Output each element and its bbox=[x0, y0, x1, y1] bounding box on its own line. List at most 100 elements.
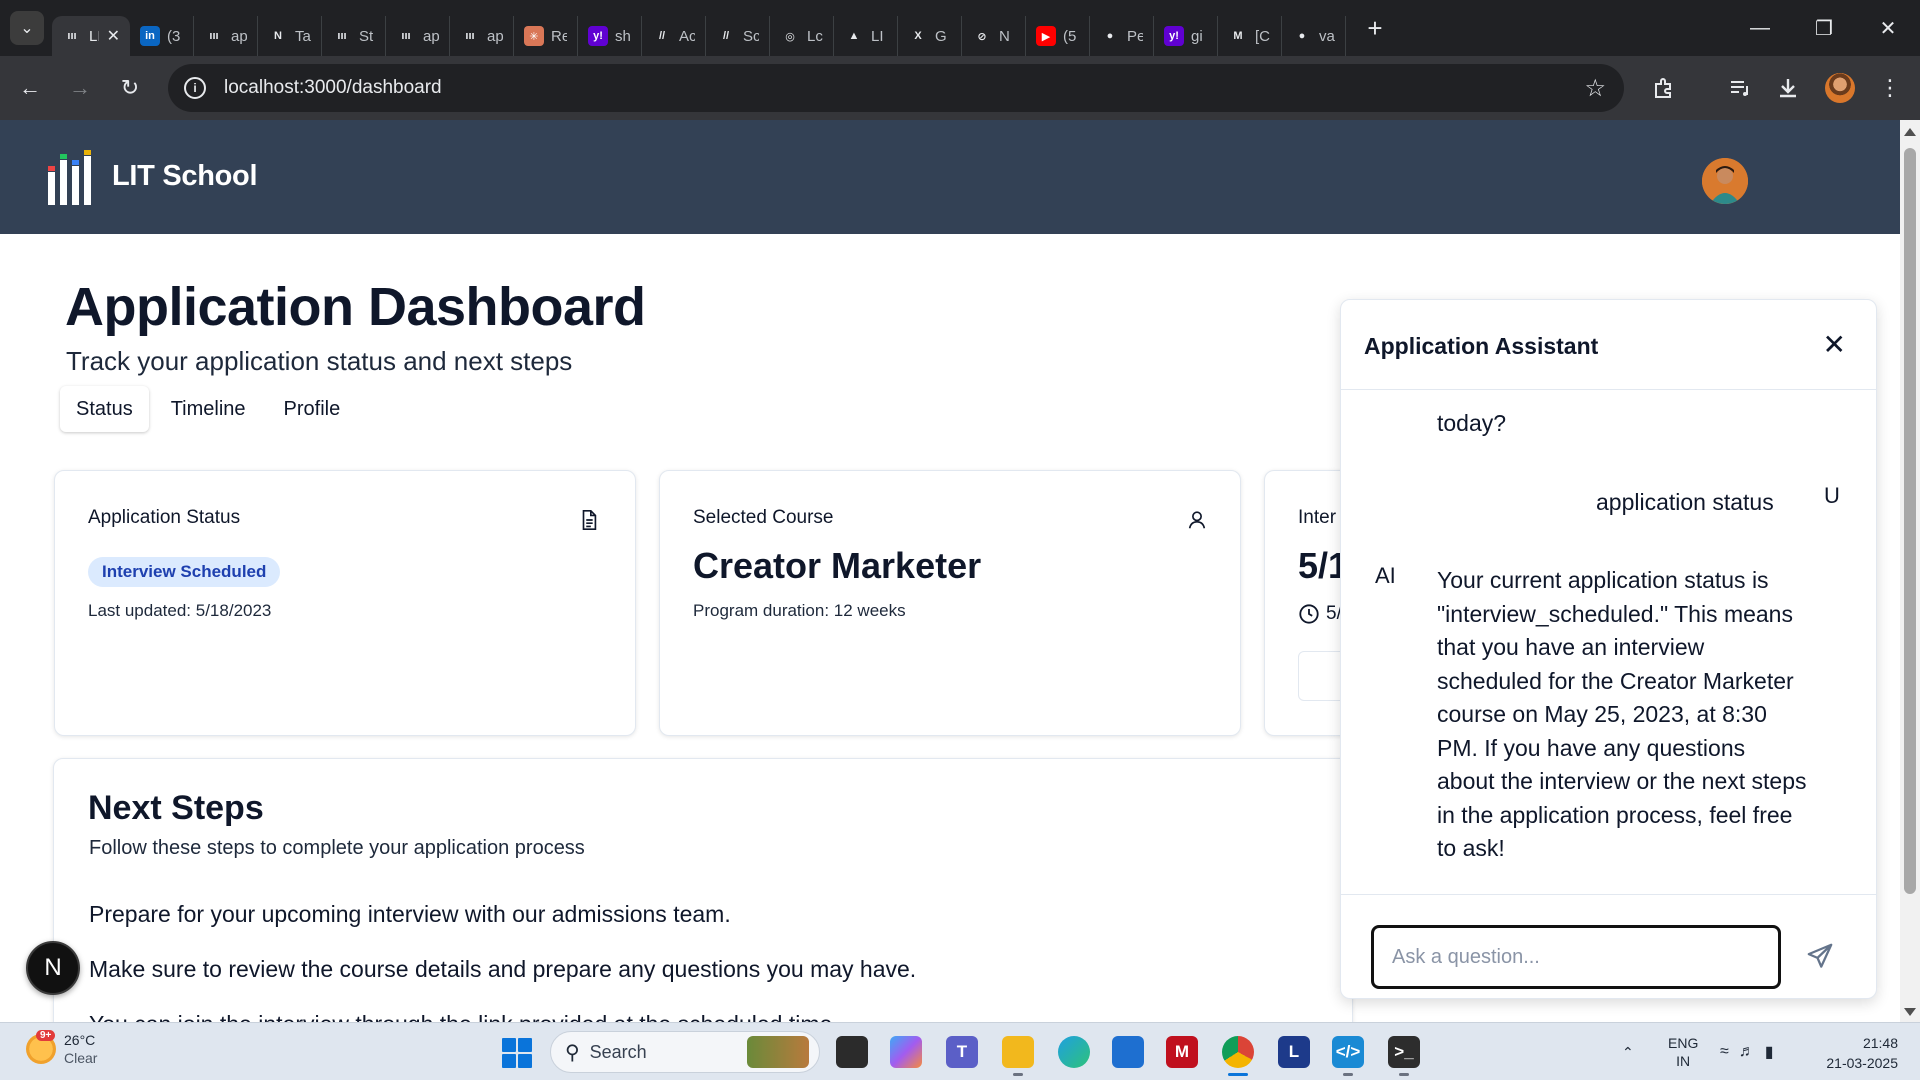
close-window-button[interactable]: ✕ bbox=[1856, 0, 1920, 56]
tab-status[interactable]: Status bbox=[60, 386, 149, 432]
tab-title: Ac bbox=[679, 27, 695, 45]
microsoft-store-icon[interactable] bbox=[1112, 1036, 1144, 1068]
page-scrollbar[interactable] bbox=[1900, 120, 1920, 1022]
scroll-down-arrow-icon[interactable] bbox=[1904, 1008, 1916, 1016]
tab-title: Re bbox=[551, 27, 567, 45]
weather-temp: 26°C bbox=[64, 1032, 96, 1048]
browser-tab[interactable]: M [C bbox=[1218, 16, 1282, 56]
edge-icon[interactable] bbox=[1058, 1036, 1090, 1068]
taskbar-clock[interactable]: 21:48 21-03-2025 bbox=[1818, 1033, 1898, 1073]
next-steps-subtitle: Follow these steps to complete your appl… bbox=[89, 837, 585, 859]
browser-tab[interactable]: N Ta bbox=[258, 16, 322, 56]
linkedin-icon: in bbox=[140, 26, 160, 46]
address-bar[interactable]: i localhost:3000/dashboard ☆ bbox=[168, 64, 1624, 112]
browser-tab[interactable]: XG bbox=[898, 16, 962, 56]
browser-tab[interactable]: // Ac bbox=[642, 16, 706, 56]
copilot-icon[interactable] bbox=[890, 1036, 922, 1068]
scroll-up-arrow-icon[interactable] bbox=[1904, 128, 1916, 136]
lit-app-icon[interactable]: L bbox=[1278, 1036, 1310, 1068]
user-icon bbox=[1188, 511, 1206, 529]
program-duration-text: Program duration: 12 weeks bbox=[693, 601, 906, 620]
browser-tab[interactable]: y! sh bbox=[578, 16, 642, 56]
brand-name[interactable]: LIT School bbox=[112, 160, 258, 193]
github-icon: ● bbox=[1298, 30, 1306, 42]
profile-avatar[interactable] bbox=[1825, 73, 1855, 103]
tab-search-button[interactable]: ⌄ bbox=[10, 11, 44, 45]
terminal-icon[interactable]: >_ bbox=[1388, 1036, 1420, 1076]
kebab-menu-icon[interactable]: ⋮ bbox=[1870, 68, 1910, 108]
browser-tab[interactable]: ✳ Re bbox=[514, 16, 578, 56]
browser-tab[interactable]: ▶ (5 bbox=[1026, 16, 1090, 56]
next-step-item: Make sure to review the course details a… bbox=[89, 956, 917, 982]
browser-tab[interactable]: ▲ LI bbox=[834, 16, 898, 56]
system-tray[interactable]: ≈ ♬ ▮ bbox=[1720, 1023, 1774, 1080]
tab-title: Lc bbox=[807, 27, 823, 45]
url-text[interactable]: localhost:3000/dashboard bbox=[224, 77, 442, 99]
next-step-item: Prepare for your upcoming interview with… bbox=[89, 901, 731, 927]
media-queue-icon[interactable] bbox=[1720, 68, 1760, 108]
file-explorer-icon[interactable] bbox=[1002, 1036, 1034, 1076]
restore-button[interactable]: ❐ bbox=[1792, 0, 1856, 56]
site-info-icon[interactable]: i bbox=[184, 77, 206, 99]
task-view-icon[interactable] bbox=[836, 1036, 868, 1068]
vscode-icon[interactable]: </> bbox=[1332, 1036, 1364, 1076]
browser-tab[interactable]: ⊘ N bbox=[962, 16, 1026, 56]
windows-start-icon[interactable] bbox=[502, 1038, 532, 1068]
weather-widget[interactable]: 9+ 26°C Clear bbox=[26, 1030, 97, 1067]
ai-avatar-label: AI bbox=[1375, 563, 1396, 588]
browser-tab[interactable]: ● va bbox=[1282, 16, 1346, 56]
openai-icon: ◎ bbox=[785, 30, 795, 43]
taskbar-search-label: Search bbox=[589, 1041, 647, 1062]
send-icon[interactable] bbox=[1805, 941, 1835, 971]
browser-tab[interactable]: in (3 bbox=[130, 16, 194, 56]
teams-icon[interactable]: T bbox=[946, 1036, 978, 1068]
browser-toolbar: ← → ↻ i localhost:3000/dashboard ☆ ⋮ bbox=[0, 56, 1920, 120]
browser-tab[interactable]: ● Pe bbox=[1090, 16, 1154, 56]
tab-profile[interactable]: Profile bbox=[268, 386, 357, 432]
browser-tab[interactable]: ııı St bbox=[322, 16, 386, 56]
tab-title: Ta bbox=[295, 27, 311, 45]
tab-timeline[interactable]: Timeline bbox=[155, 386, 262, 432]
page-subtitle: Track your application status and next s… bbox=[66, 346, 573, 376]
scrollbar-thumb[interactable] bbox=[1904, 148, 1916, 894]
question-input[interactable] bbox=[1371, 925, 1781, 989]
plus-icon: + bbox=[1367, 12, 1383, 43]
browser-tab-active[interactable]: ııı LI ✕ bbox=[52, 16, 130, 56]
back-button[interactable]: ← bbox=[10, 68, 50, 108]
x-icon: X bbox=[914, 30, 922, 42]
user-avatar[interactable] bbox=[1702, 158, 1748, 204]
bookmark-star-icon[interactable]: ☆ bbox=[1584, 74, 1606, 103]
tab-title: (5 bbox=[1063, 27, 1077, 45]
tab-title: sh bbox=[615, 27, 631, 45]
clock-icon bbox=[1299, 604, 1319, 624]
github-icon: ● bbox=[1106, 30, 1114, 42]
taskbar-search[interactable]: ⚲ Search bbox=[550, 1031, 820, 1073]
forward-button[interactable]: → bbox=[60, 68, 100, 108]
browser-tab[interactable]: // Sc bbox=[706, 16, 770, 56]
extensions-icon[interactable] bbox=[1644, 68, 1684, 108]
browser-tab[interactable]: ◎ Lc bbox=[770, 16, 834, 56]
chrome-icon[interactable] bbox=[1222, 1036, 1254, 1076]
browser-tab[interactable]: ııı ap bbox=[450, 16, 514, 56]
browser-tab[interactable]: ııı ap bbox=[386, 16, 450, 56]
browser-tab[interactable]: ııı ap bbox=[194, 16, 258, 56]
chevron-down-icon: ⌄ bbox=[20, 20, 34, 37]
tab-title: G bbox=[935, 27, 947, 45]
document-icon bbox=[582, 510, 597, 530]
lit-logo-icon: ııı bbox=[401, 30, 411, 42]
minimize-button[interactable]: — bbox=[1728, 0, 1792, 56]
mcafee-icon[interactable]: M bbox=[1166, 1036, 1198, 1068]
tab-title: N bbox=[999, 27, 1010, 45]
close-tab-icon[interactable]: ✕ bbox=[107, 26, 120, 46]
reload-button[interactable]: ↻ bbox=[110, 68, 150, 108]
user-avatar-label: U bbox=[1824, 483, 1840, 508]
ai-message: today? bbox=[1437, 410, 1507, 436]
nextjs-dev-badge[interactable]: N bbox=[26, 941, 80, 995]
tray-overflow-icon[interactable]: ⌃ bbox=[1622, 1023, 1634, 1080]
close-icon[interactable]: ✕ bbox=[1823, 328, 1846, 361]
search-icon: ⚲ bbox=[565, 1041, 580, 1064]
browser-tab[interactable]: y! gi bbox=[1154, 16, 1218, 56]
new-tab-button[interactable]: + bbox=[1360, 13, 1390, 44]
language-indicator[interactable]: ENG IN bbox=[1668, 1023, 1698, 1080]
download-icon[interactable] bbox=[1768, 68, 1808, 108]
